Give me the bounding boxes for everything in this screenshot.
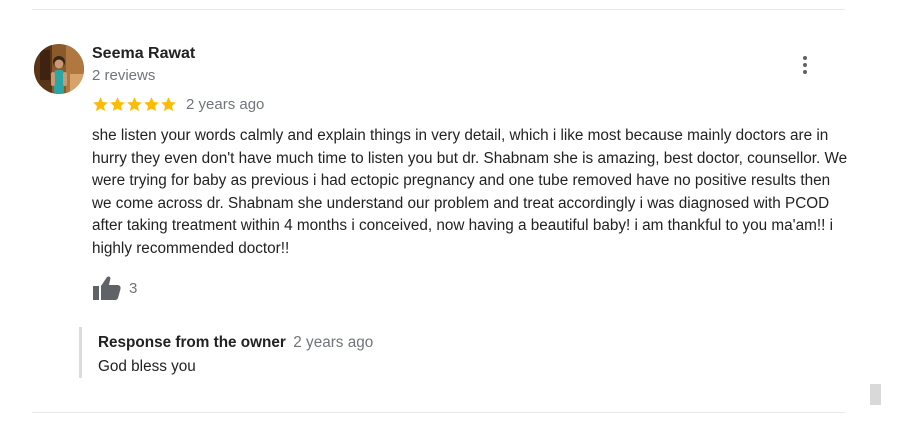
avatar[interactable] bbox=[34, 44, 84, 94]
star-icon bbox=[144, 96, 159, 111]
star-rating bbox=[92, 96, 177, 113]
star-icon bbox=[93, 96, 108, 111]
owner-response-title: Response from the owner bbox=[98, 334, 286, 351]
owner-response-text: God bless you bbox=[98, 358, 196, 375]
scroll-handle[interactable] bbox=[870, 384, 881, 405]
bottom-divider bbox=[32, 412, 845, 413]
star-icon bbox=[161, 96, 176, 111]
review-text: she listen your words calmly and explain… bbox=[92, 127, 848, 257]
thumb-up-icon bbox=[93, 276, 121, 300]
rating-row: 2 years ago bbox=[92, 94, 264, 114]
more-vert-icon bbox=[803, 56, 807, 60]
like-count: 3 bbox=[129, 279, 138, 297]
star-icon bbox=[110, 96, 125, 111]
owner-response: Response from the owner 2 years ago God … bbox=[79, 327, 782, 378]
review-time: 2 years ago bbox=[186, 95, 265, 113]
reviewer-review-count: 2 reviews bbox=[92, 67, 156, 84]
star-icon bbox=[127, 96, 142, 111]
top-divider bbox=[32, 9, 845, 10]
owner-response-header: Response from the owner 2 years ago bbox=[98, 334, 373, 352]
more-vert-icon-dot bbox=[803, 70, 807, 74]
like-row: 3 bbox=[92, 274, 137, 302]
owner-response-time: 2 years ago bbox=[293, 334, 374, 351]
more-options-button[interactable] bbox=[795, 53, 815, 77]
reviewer-name[interactable]: Seema Rawat bbox=[92, 45, 195, 63]
more-vert-icon-dot bbox=[803, 63, 807, 67]
like-button[interactable] bbox=[92, 275, 122, 301]
avatar-photo bbox=[34, 44, 84, 94]
